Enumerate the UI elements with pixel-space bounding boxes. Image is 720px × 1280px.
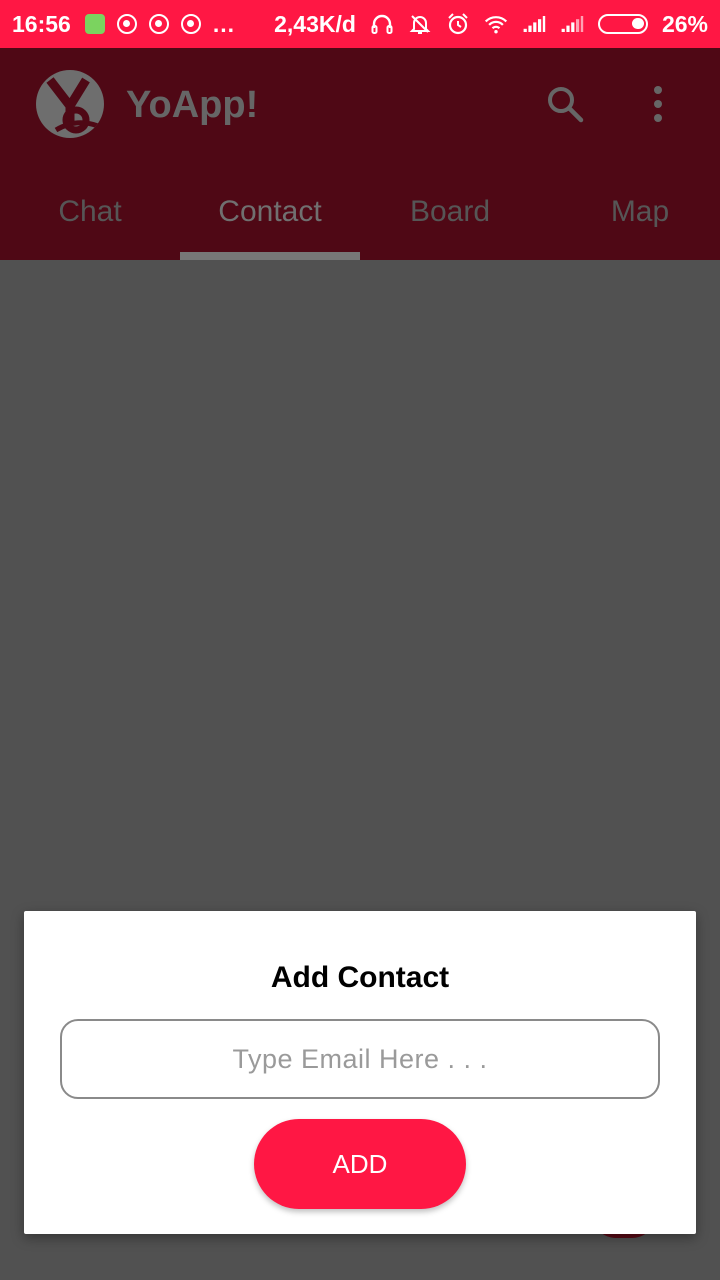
yoapp-logo-icon [46,77,99,134]
tab-contact[interactable]: Contact [180,176,360,260]
email-input[interactable] [60,1019,660,1099]
app-bar: YoApp! Chat Contact Board Map [0,48,720,260]
status-right: 2,43K/d 26% [274,11,708,38]
tab-bar: Chat Contact Board Map [0,176,720,260]
tab-label: Board [409,195,491,228]
tab-label: Contact [218,195,322,228]
more-notifications-indicator: ... [212,10,235,37]
app-logo [36,70,104,138]
android-notification-icon [84,14,105,34]
signal-icon [523,16,546,32]
notification-icons [84,14,201,34]
alarm-icon [448,13,468,35]
dialog-title: Add Contact [270,961,450,994]
tab-chat[interactable]: Chat [0,176,180,260]
battery-percentage: 26% [661,10,708,37]
status-time: 16:56 [12,10,71,37]
more-options-icon[interactable] [640,82,676,126]
tab-label: Map [610,195,670,228]
search-icon[interactable] [543,82,587,126]
whatsapp-icon [180,14,201,34]
signal-icon [561,16,584,32]
tab-board[interactable]: Board [360,176,540,260]
add-button[interactable]: ADD [254,1119,466,1209]
data-speed: 2,43K/d [274,10,356,37]
app-title: YoApp! [126,84,259,126]
add-contact-dialog: Add Contact ADD [24,911,696,1234]
wifi-icon [484,16,508,34]
tab-map[interactable]: Map [540,176,720,260]
tab-label: Chat [58,195,122,228]
battery-icon [597,14,648,34]
whatsapp-icon [148,14,169,34]
notifications-off-icon [409,15,431,34]
status-bar: 16:56 ... 2,43K/d 26% [0,0,720,48]
whatsapp-icon [116,14,137,34]
headphones-icon [371,14,393,34]
